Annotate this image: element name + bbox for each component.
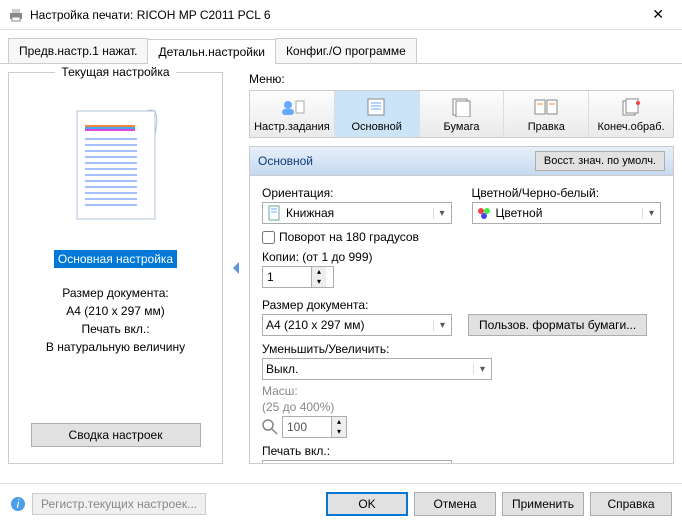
docsize-select[interactable]: A4 (210 x 297 мм) ▾: [262, 314, 452, 336]
menu-edit[interactable]: Правка: [504, 91, 589, 137]
menu-basic[interactable]: Основной: [335, 91, 420, 137]
chevron-down-icon: ▾: [433, 208, 451, 219]
panel-title: Текущая настройка: [55, 65, 175, 79]
magnifier-icon: [262, 419, 278, 435]
chevron-down-icon: ▾: [433, 320, 451, 331]
zoom-down: ▾: [332, 427, 346, 437]
chevron-down-icon: ▾: [642, 208, 660, 219]
menu-paper[interactable]: Бумага: [420, 91, 505, 137]
cancel-button[interactable]: Отмена: [414, 492, 496, 516]
summary-button[interactable]: Сводка настроек: [31, 423, 201, 447]
close-button[interactable]: ✕: [642, 2, 674, 27]
window-title: Настройка печати: RICOH MP C2011 PCL 6: [30, 8, 642, 22]
printer-icon: [8, 7, 24, 23]
copies-down[interactable]: ▾: [312, 277, 326, 287]
info-icon: i: [10, 496, 26, 512]
basic-icon: [366, 97, 388, 117]
chevron-down-icon: ▾: [473, 364, 491, 375]
custom-paper-button[interactable]: Пользов. форматы бумаги...: [468, 314, 647, 336]
menu-job[interactable]: Настр.задания: [250, 91, 335, 137]
color-label: Цветной/Черно-белый:: [472, 186, 662, 200]
finish-icon: [619, 97, 643, 117]
copies-up[interactable]: ▴: [312, 267, 326, 277]
rotate-180-checkbox[interactable]: [262, 231, 275, 244]
help-button[interactable]: Справка: [590, 492, 672, 516]
page-preview: [46, 87, 186, 242]
apply-button[interactable]: Применить: [502, 492, 584, 516]
scale-select[interactable]: Выкл. ▾: [262, 358, 492, 380]
zoom-input: [283, 417, 331, 437]
color-icon: [476, 205, 492, 221]
printon-select[interactable]: В натуральную величину ▾: [262, 460, 452, 464]
register-settings-button: Регистр.текущих настроек...: [32, 493, 206, 515]
orientation-select[interactable]: Книжная ▾: [262, 202, 452, 224]
reset-defaults-button[interactable]: Восст. знач. по умолч.: [535, 151, 665, 171]
rotate-180-label: Поворот на 180 градусов: [279, 230, 419, 244]
copies-input[interactable]: [263, 267, 311, 287]
ok-button[interactable]: OK: [326, 492, 408, 516]
settings-area: Ориентация: Книжная ▾ Цветной/Черно-белы…: [249, 176, 674, 464]
tab-config[interactable]: Конфиг./О программе: [275, 38, 417, 63]
current-settings-panel: Текущая настройка Основная настройка: [8, 72, 223, 464]
collapse-arrow[interactable]: [231, 72, 241, 464]
orientation-label: Ориентация:: [262, 186, 452, 200]
preset-name-highlight: Основная настройка: [54, 250, 177, 268]
docsize-label: Размер документа:: [46, 284, 185, 302]
svg-text:i: i: [17, 497, 20, 511]
printon-label2: Печать вкл.:: [262, 444, 661, 458]
copies-label: Копии: (от 1 до 999): [262, 250, 661, 264]
printon-value: В натуральную величину: [46, 338, 185, 356]
section-bar: Основной Восст. знач. по умолч.: [249, 146, 674, 176]
menu-finish[interactable]: Конеч.обраб.: [589, 91, 673, 137]
color-select[interactable]: Цветной ▾: [472, 202, 662, 224]
zoom-label: Масш:: [262, 384, 661, 398]
printon-label: Печать вкл.:: [46, 320, 185, 338]
tab-detail[interactable]: Детальн.настройки: [147, 39, 275, 64]
docsize-label2: Размер документа:: [262, 298, 661, 312]
preview-info: Размер документа: A4 (210 x 297 мм) Печа…: [46, 284, 185, 356]
section-title: Основной: [258, 154, 535, 168]
paper-icon: [450, 97, 472, 117]
menu-bar: Настр.задания Основной Бумага Правка Кон…: [249, 90, 674, 138]
scale-label: Уменьшить/Увеличить:: [262, 342, 661, 356]
tab-preset[interactable]: Предв.настр.1 нажат.: [8, 38, 148, 63]
docsize-value: A4 (210 x 297 мм): [46, 302, 185, 320]
menu-label: Меню:: [249, 72, 674, 86]
edit-icon: [533, 97, 559, 117]
zoom-up: ▴: [332, 417, 346, 427]
portrait-icon: [266, 205, 282, 221]
main-tabs: Предв.настр.1 нажат. Детальн.настройки К…: [0, 30, 682, 64]
job-icon: [278, 97, 306, 117]
zoom-range: (25 до 400%): [262, 400, 661, 414]
